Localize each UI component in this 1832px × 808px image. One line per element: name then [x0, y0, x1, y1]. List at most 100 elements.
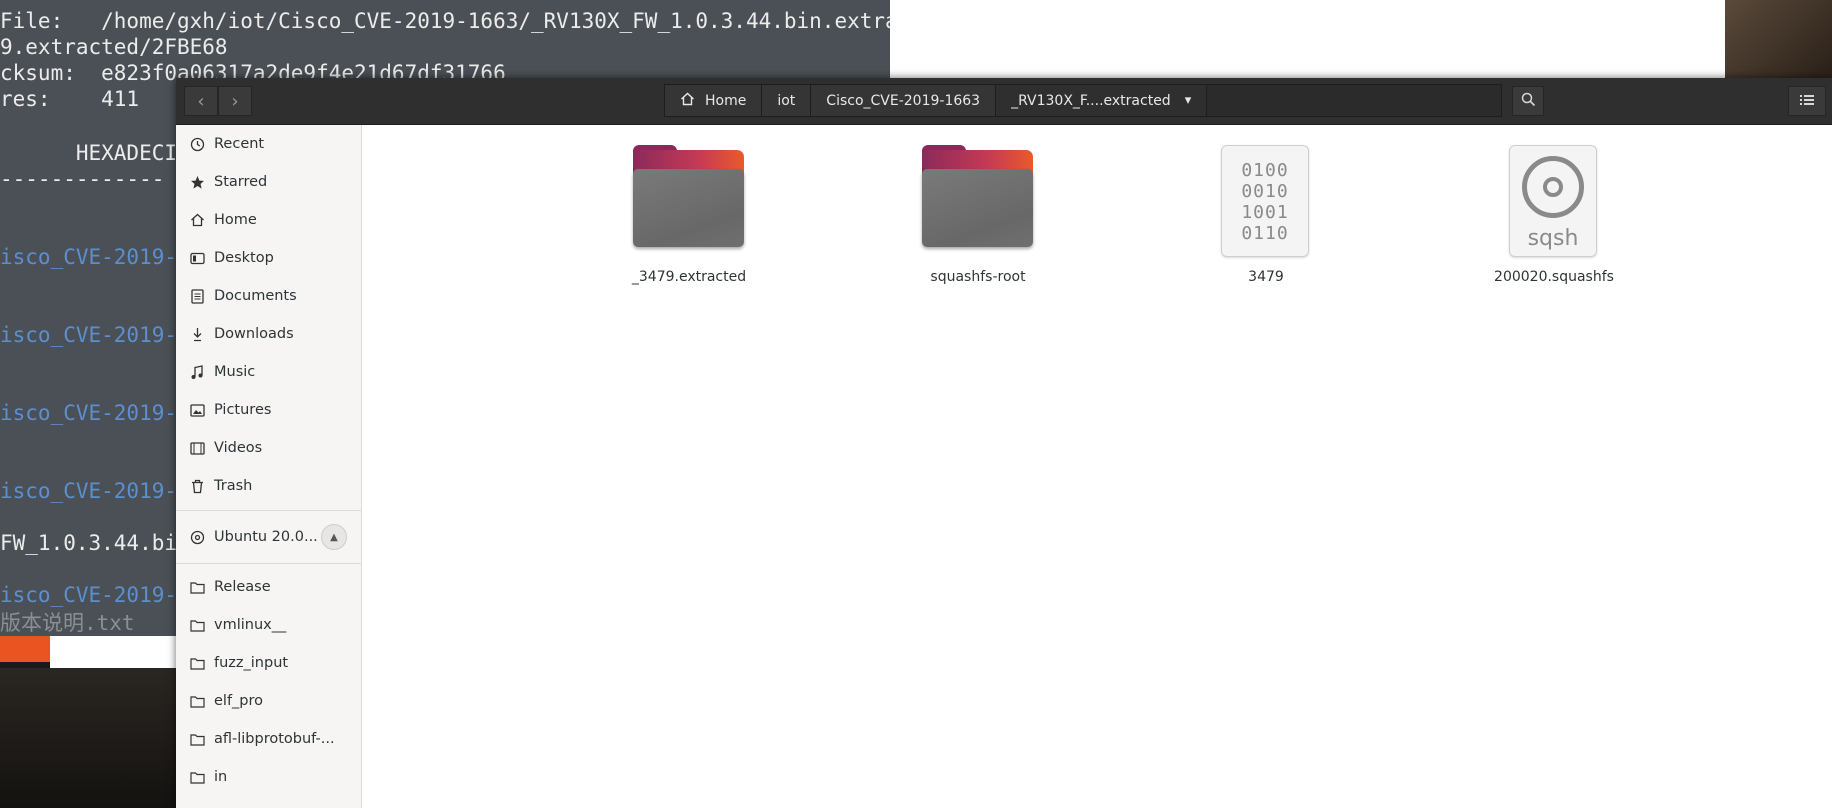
clock-icon	[189, 136, 205, 152]
sidebar: Recent Starred Home Desktop Documents Do…	[176, 125, 362, 808]
folder-icon	[189, 731, 205, 747]
search-button[interactable]	[1512, 86, 1544, 116]
terminal-line: isco_CVE-2019-1	[0, 323, 190, 347]
sidebar-item-recent[interactable]: Recent	[176, 125, 361, 163]
path-bar: Home iot Cisco_CVE-2019-1663 _RV130X_F..…	[664, 84, 1502, 117]
sidebar-item-label: Trash	[214, 478, 253, 494]
sidebar-bookmark-in[interactable]: in	[176, 758, 361, 796]
file-item-3479-extracted[interactable]: _3479.extracted	[609, 145, 769, 295]
sidebar-item-pictures[interactable]: Pictures	[176, 391, 361, 429]
back-button[interactable]: ‹	[184, 86, 218, 116]
file-item-3479[interactable]: 0100 0010 1001 0110 3479	[1186, 145, 1346, 295]
file-item-200020-squashfs[interactable]: sqsh 200020.squashfs	[1474, 145, 1634, 295]
folder-icon	[189, 617, 205, 633]
sidebar-item-label: Documents	[214, 288, 297, 304]
sidebar-item-label: vmlinux__	[214, 617, 287, 633]
star-icon	[189, 174, 205, 190]
terminal-line: isco_CVE-2019-1	[0, 583, 190, 607]
sidebar-bookmark-partial[interactable]	[176, 796, 361, 808]
music-icon	[189, 364, 205, 380]
download-icon	[189, 326, 205, 342]
picture-icon	[189, 402, 205, 418]
binary-file-icon: 0100 0010 1001 0110	[1208, 145, 1324, 261]
sidebar-item-label: elf_pro	[214, 693, 264, 709]
breadcrumb-iot[interactable]: iot	[762, 85, 812, 116]
home-icon	[189, 212, 205, 228]
terminal-line: res: 411	[0, 87, 140, 111]
sidebar-separator	[176, 563, 361, 564]
sidebar-item-label: Music	[214, 364, 256, 380]
file-item-squashfs-root[interactable]: squashfs-root	[898, 145, 1058, 295]
chevron-left-icon: ‹	[197, 90, 205, 112]
breadcrumb-label: _RV130X_F....extracted	[1011, 92, 1171, 109]
sidebar-item-home[interactable]: Home	[176, 201, 361, 239]
file-name: 3479	[1248, 269, 1284, 285]
terminal-line: isco_CVE-2019-1	[0, 479, 190, 503]
terminal-line: isco_CVE-2019-1	[0, 245, 190, 269]
sidebar-item-videos[interactable]: Videos	[176, 429, 361, 467]
file-name: squashfs-root	[930, 269, 1026, 285]
sidebar-bookmark-afl-libprotobuf[interactable]: afl-libprotobuf-...	[176, 720, 361, 758]
sidebar-item-label: fuzz_input	[214, 655, 289, 671]
sidebar-bookmark-fuzz-input[interactable]: fuzz_input	[176, 644, 361, 682]
terminal-accent-bar	[0, 636, 50, 662]
sidebar-item-label: Pictures	[214, 402, 272, 418]
sidebar-item-ubuntu-device[interactable]: Ubuntu 20.0... ▲	[176, 515, 361, 559]
document-icon	[189, 288, 205, 304]
sidebar-item-desktop[interactable]: Desktop	[176, 239, 361, 277]
chevron-right-icon: ›	[231, 90, 239, 112]
sidebar-bookmark-release[interactable]: Release	[176, 568, 361, 606]
search-icon	[1521, 92, 1536, 111]
forward-button[interactable]: ›	[218, 86, 252, 116]
eject-icon[interactable]: ▲	[321, 524, 347, 550]
chevron-down-icon[interactable]: ▾	[1185, 93, 1192, 108]
view-options-button[interactable]	[1788, 86, 1826, 116]
terminal-line: File: /home/gxh/iot/Cisco_CVE-2019-1663/…	[0, 9, 890, 33]
breadcrumb-cisco[interactable]: Cisco_CVE-2019-1663	[811, 85, 997, 116]
folder-icon	[920, 145, 1036, 261]
sidebar-item-label: in	[214, 769, 228, 785]
sidebar-item-label: Home	[214, 212, 257, 228]
terminal-line: 9.extracted/2FBE68	[0, 35, 228, 59]
sidebar-item-label: afl-libprotobuf-...	[214, 731, 335, 747]
background-window	[890, 0, 1725, 78]
desktop-icon	[189, 250, 205, 266]
disc-icon	[189, 529, 205, 545]
sidebar-item-music[interactable]: Music	[176, 353, 361, 391]
sidebar-item-label: Videos	[214, 440, 263, 456]
file-manager-window: ‹ › Home iot Cisco_CVE-2019-1663 _RV130X…	[176, 78, 1832, 808]
sidebar-item-label: Release	[214, 579, 271, 595]
sidebar-item-label: Starred	[214, 174, 268, 190]
file-name: 200020.squashfs	[1494, 269, 1614, 285]
sidebar-item-downloads[interactable]: Downloads	[176, 315, 361, 353]
breadcrumb-current[interactable]: _RV130X_F....extracted ▾	[996, 85, 1208, 116]
sidebar-bookmark-vmlinux[interactable]: vmlinux__	[176, 606, 361, 644]
list-view-icon	[1799, 92, 1815, 111]
breadcrumb-label: Cisco_CVE-2019-1663	[826, 92, 981, 109]
sidebar-bookmark-elf-pro[interactable]: elf_pro	[176, 682, 361, 720]
video-icon	[189, 440, 205, 456]
terminal-line: 版本说明.txt	[0, 611, 135, 635]
terminal-line: -------------	[0, 167, 165, 191]
file-name: _3479.extracted	[631, 269, 747, 285]
folder-icon	[189, 693, 205, 709]
terminal-line: FW_1.0.3.44.bin	[0, 531, 190, 555]
sidebar-item-label: Ubuntu 20.0...	[214, 529, 318, 545]
sidebar-separator	[176, 510, 361, 511]
sidebar-item-documents[interactable]: Documents	[176, 277, 361, 315]
breadcrumb-home[interactable]: Home	[665, 85, 763, 116]
terminal-line: HEXADECI	[0, 141, 178, 165]
sidebar-item-trash[interactable]: Trash	[176, 467, 361, 505]
folder-icon	[189, 769, 205, 785]
folder-icon	[189, 579, 205, 595]
binary-row: 1001	[1241, 202, 1289, 223]
sidebar-item-starred[interactable]: Starred	[176, 163, 361, 201]
binary-row: 0010	[1241, 181, 1289, 202]
terminal-line: isco_CVE-2019-1	[0, 401, 190, 425]
folder-icon	[189, 655, 205, 671]
sidebar-item-label: Desktop	[214, 250, 274, 266]
header-bar: ‹ › Home iot Cisco_CVE-2019-1663 _RV130X…	[176, 78, 1832, 125]
sidebar-item-label: Recent	[214, 136, 265, 152]
file-view: _3479.extracted squashfs-root 0100 0010 …	[362, 125, 1832, 808]
disc-image-label: sqsh	[1527, 226, 1579, 251]
